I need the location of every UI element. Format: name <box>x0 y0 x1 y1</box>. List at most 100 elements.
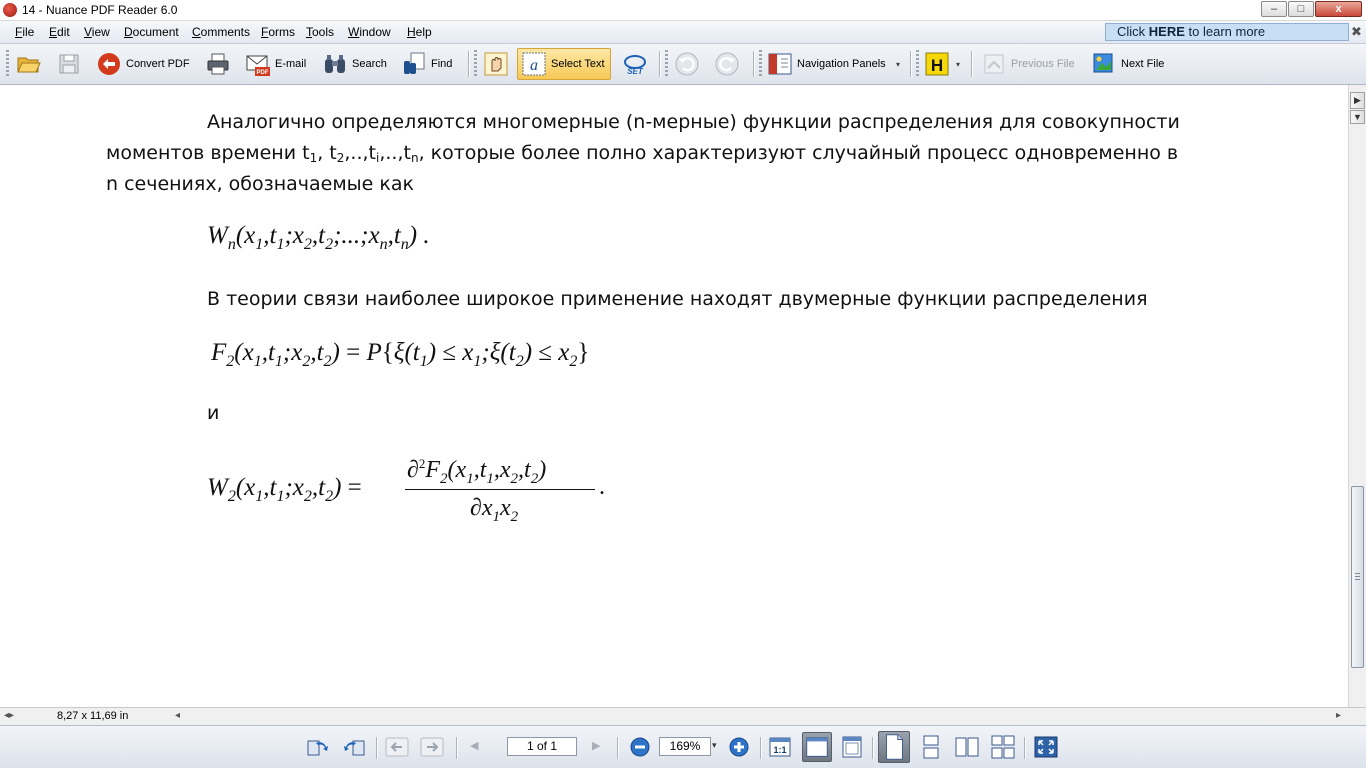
navigation-bar: ◀ 1 of 1 ▶ 169% ▾ 1:1 <box>0 725 1366 768</box>
toolbar-separator <box>753 51 754 77</box>
rotate-left-icon <box>675 52 699 76</box>
menu-document[interactable]: Document <box>124 25 179 39</box>
fraction-bar <box>405 489 595 490</box>
next-view-icon[interactable] <box>342 735 366 759</box>
svg-text:a: a <box>530 57 538 74</box>
previous-view-icon[interactable] <box>306 735 330 759</box>
nav-separator <box>760 737 761 759</box>
continuous-facing-icon[interactable] <box>991 735 1015 759</box>
toolbar-grip[interactable] <box>6 50 9 78</box>
highlight-button[interactable]: H <box>924 48 950 80</box>
formula-w2-numerator: ∂2F2(x1,t1,x2,t2) <box>407 456 547 487</box>
promo-banner[interactable]: Click HERE to learn more <box>1105 23 1349 41</box>
toolbar-grip[interactable] <box>474 50 477 78</box>
next-page-icon[interactable]: ▶ <box>592 739 600 752</box>
binoculars-icon <box>325 55 345 73</box>
toolbar-grip[interactable] <box>759 50 762 78</box>
rotate-right-button[interactable] <box>714 48 740 80</box>
zoom-level-input[interactable]: 169% <box>659 737 711 756</box>
set-icon: SET <box>624 55 646 76</box>
zoom-dropdown-icon[interactable]: ▾ <box>712 740 717 751</box>
fit-page-icon[interactable] <box>840 735 864 759</box>
convert-pdf-button[interactable]: Convert PDF <box>96 48 190 80</box>
menu-comments[interactable]: Comments <box>192 25 250 39</box>
menu-tools[interactable]: Tools <box>306 25 334 39</box>
print-button[interactable] <box>205 48 231 80</box>
rotate-right-icon <box>715 52 739 76</box>
menu-edit[interactable]: Edit <box>49 25 70 39</box>
vertical-scrollbar[interactable]: ▶ ▼ <box>1348 85 1366 707</box>
email-button[interactable]: PDF E-mail <box>245 48 306 80</box>
toolbar-grip[interactable] <box>665 50 668 78</box>
minimize-button[interactable]: – <box>1261 1 1287 17</box>
paragraph-line: моментов времени t1, t2,..,ti,..,tn, кот… <box>106 142 1179 165</box>
highlight-dropdown-icon[interactable]: ▾ <box>956 60 960 69</box>
nav-separator <box>872 737 873 759</box>
promo-close-icon[interactable]: ✖ <box>1351 24 1362 40</box>
formula-w2-left: W2(x1,t1;x2,t2) = <box>207 474 362 505</box>
paragraph-line: Аналогично определяются многомерные (n-м… <box>207 111 1180 133</box>
toolbar-grip[interactable] <box>916 50 919 78</box>
next-file-button[interactable]: Next File <box>1091 48 1164 80</box>
zoom-in-icon[interactable] <box>727 735 751 759</box>
set-badge: SET <box>627 67 644 76</box>
document-view[interactable]: Аналогично определяются многомерные (n-м… <box>0 85 1348 707</box>
maximize-button[interactable]: □ <box>1288 1 1314 17</box>
formula-w2-period: . <box>599 474 605 500</box>
close-button[interactable]: x <box>1315 1 1362 17</box>
select-text-button[interactable]: a Select Text <box>517 48 611 80</box>
formula-wn: Wn(x1,t1;x2,t2;...;xn,tn) . <box>207 222 430 253</box>
app-icon <box>3 3 17 17</box>
pdf-badge: PDF <box>257 70 269 76</box>
full-screen-icon[interactable] <box>1034 735 1058 759</box>
toolbar-separator <box>659 51 660 77</box>
fit-width-icon[interactable] <box>802 732 832 762</box>
highlight-icon: H <box>925 52 949 76</box>
paragraph-line: n сечениях, обозначаемые как <box>106 173 415 195</box>
open-button[interactable] <box>16 48 42 80</box>
continuous-icon[interactable] <box>919 735 943 759</box>
menu-forms[interactable]: Forms <box>261 25 295 39</box>
next-file-icon <box>1093 53 1113 73</box>
printer-icon <box>207 53 229 75</box>
toolbar-separator <box>910 51 911 77</box>
find-icon <box>404 52 425 74</box>
search-button[interactable]: Search <box>322 48 387 80</box>
scroll-up-arrow-icon[interactable]: ▶ <box>1350 92 1365 109</box>
menu-view[interactable]: View <box>84 25 110 39</box>
navigation-panels-button[interactable]: Navigation Panels <box>767 48 886 80</box>
paragraph-line: В теории связи наиболее широкое применен… <box>207 288 1148 310</box>
panel-splitter-icon[interactable]: ◂▸ <box>4 710 14 721</box>
scroll-left-arrow-icon[interactable]: ◂ <box>175 710 180 721</box>
nav-separator <box>376 737 377 759</box>
single-page-icon[interactable] <box>878 731 910 763</box>
zoom-out-icon[interactable] <box>628 735 652 759</box>
previous-file-button[interactable]: Previous File <box>981 48 1075 80</box>
hand-tool-button[interactable] <box>483 48 509 80</box>
go-forward-icon[interactable] <box>420 735 444 759</box>
menu-help[interactable]: Help <box>407 25 432 39</box>
folder-open-icon <box>17 57 41 73</box>
formula-f2: F2(x1,t1;x2,t2) = P{ξ(t1) ≤ x1;ξ(t2) ≤ x… <box>211 339 590 370</box>
window-title: 14 - Nuance PDF Reader 6.0 <box>22 3 178 17</box>
facing-icon[interactable] <box>955 735 979 759</box>
toolbar-separator <box>468 51 469 77</box>
find-button[interactable]: Find <box>401 48 452 80</box>
previous-page-icon[interactable]: ◀ <box>470 739 478 752</box>
menu-file[interactable]: File <box>15 25 34 39</box>
formula-w2-denominator: ∂x1x2 <box>470 495 519 525</box>
save-button[interactable] <box>56 48 82 80</box>
actual-size-icon[interactable]: 1:1 <box>768 735 792 759</box>
previous-file-icon <box>984 54 1004 74</box>
go-back-icon[interactable] <box>385 735 409 759</box>
status-bar: ◂▸ 8,27 x 11,69 in ◂ ▸ <box>0 707 1366 725</box>
menu-window[interactable]: Window <box>348 25 391 39</box>
scroll-step-icon[interactable]: ▼ <box>1350 110 1365 124</box>
navigation-panels-dropdown-icon[interactable]: ▾ <box>896 60 900 69</box>
page-number-input[interactable]: 1 of 1 <box>507 737 577 756</box>
typewriter-set-button[interactable]: SET <box>622 48 648 80</box>
scroll-right-arrow-icon[interactable]: ▸ <box>1336 710 1341 721</box>
scroll-thumb[interactable] <box>1351 486 1364 668</box>
main-toolbar: Convert PDF PDF E-mail Search Find a Sel… <box>0 44 1366 85</box>
rotate-left-button[interactable] <box>674 48 700 80</box>
